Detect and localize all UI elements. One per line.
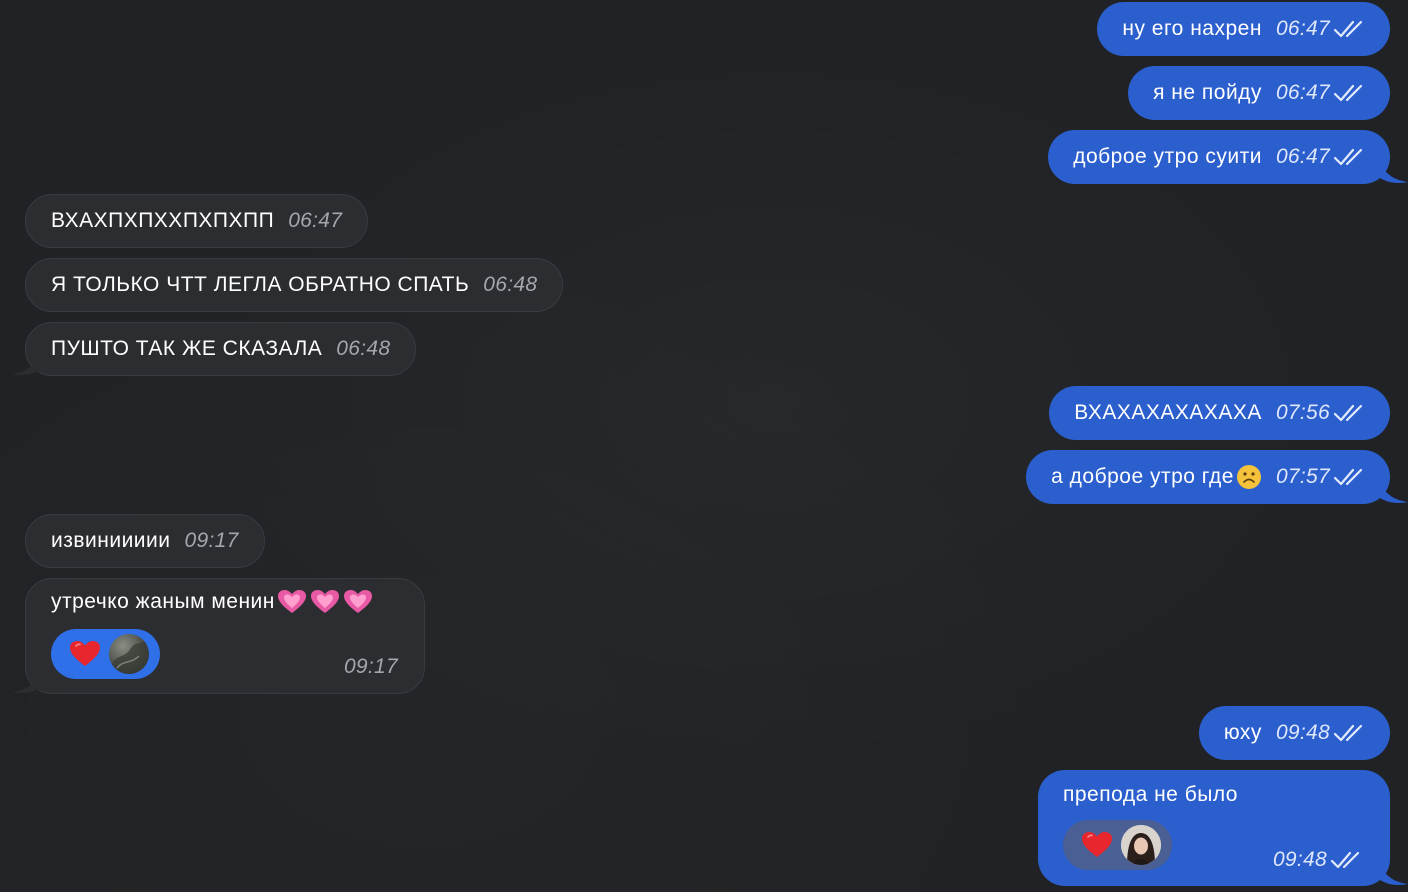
read-double-check-icon	[1333, 148, 1363, 166]
read-double-check-icon	[1333, 404, 1363, 422]
message-text: а доброе утро где	[1051, 465, 1234, 488]
message-bubble-outgoing[interactable]: юху 09:48	[1198, 706, 1390, 760]
message-bubble-outgoing[interactable]: я не пойду 06:47	[1128, 66, 1390, 120]
message-bubble-outgoing[interactable]: препода не было 09:48	[1038, 770, 1390, 886]
message-text: ну его нахрен	[1122, 17, 1262, 40]
message-text: препода не было	[1063, 783, 1238, 806]
message-time: 06:48	[483, 273, 538, 296]
message-text: я не пойду	[1153, 81, 1262, 104]
message-bubble-outgoing[interactable]: ВХАХАХАХАХАХА 07:56	[1049, 386, 1390, 440]
message-bubble-incoming[interactable]: Я ТОЛЬКО ЧТТ ЛЕГЛА ОБРАТНО СПАТЬ 06:48	[25, 258, 564, 312]
read-double-check-icon	[1333, 20, 1363, 38]
message-text: ВХАХАХАХАХАХА	[1074, 401, 1262, 424]
message-text: извиниииии	[51, 529, 171, 552]
message-text: Я ТОЛЬКО ЧТТ ЛЕГЛА ОБРАТНО СПАТЬ	[51, 273, 470, 296]
message-time: 06:47	[288, 209, 343, 232]
read-double-check-icon	[1330, 851, 1360, 869]
pink-heart-emoji	[277, 590, 306, 613]
message-time: 07:57	[1275, 465, 1330, 488]
read-double-check-icon	[1333, 724, 1363, 742]
message-time: 07:56	[1275, 401, 1330, 424]
message-text: ПУШТО ТАК ЖЕ СКАЗАЛА	[51, 337, 323, 360]
read-double-check-icon	[1333, 84, 1363, 102]
bubble-tail	[1380, 162, 1408, 183]
message-time: 06:48	[336, 337, 391, 360]
message-bubble-incoming[interactable]: ПУШТО ТАК ЖЕ СКАЗАЛА 06:48	[25, 322, 417, 376]
message-time: 09:48	[1275, 721, 1330, 744]
frowning-face-emoji	[1236, 465, 1261, 489]
reaction-pill[interactable]	[51, 629, 160, 679]
message-text: ВХАХПХПХХПХПХПП	[51, 209, 275, 232]
reaction-avatar	[1121, 825, 1161, 865]
pink-heart-emoji	[310, 590, 339, 613]
message-time: 06:47	[1275, 145, 1330, 168]
message-time: 06:47	[1275, 81, 1330, 104]
message-text: доброе утро суити	[1073, 145, 1262, 168]
message-bubble-incoming[interactable]: утречко жаным менин 09:17	[25, 578, 425, 694]
message-text: утречко жаным менин	[51, 590, 275, 613]
pink-heart-emoji	[343, 590, 372, 613]
reaction-pill[interactable]	[1063, 820, 1172, 870]
message-bubble-incoming[interactable]: ВХАХПХПХХПХПХПП 06:47	[25, 194, 369, 248]
message-bubble-outgoing[interactable]: доброе утро суити 06:47	[1048, 130, 1390, 184]
message-bubble-outgoing[interactable]: а доброе утро где 07:57	[1026, 450, 1390, 504]
bubble-tail	[12, 672, 40, 693]
message-time: 09:17	[184, 529, 239, 552]
read-double-check-icon	[1333, 468, 1363, 486]
message-bubble-incoming[interactable]: извиниииии 09:17	[25, 514, 265, 568]
bubble-tail	[1380, 482, 1408, 503]
message-time: 06:47	[1275, 17, 1330, 40]
red-heart-emoji	[1082, 832, 1112, 857]
message-time: 09:17	[343, 655, 398, 678]
bubble-tail	[12, 354, 40, 375]
message-list[interactable]: ну его нахрен 06:47 я не пойду 06:47 доб…	[0, 0, 1408, 892]
message-bubble-outgoing[interactable]: ну его нахрен 06:47	[1097, 2, 1390, 56]
bubble-tail	[1380, 864, 1408, 885]
message-time: 09:48	[1272, 848, 1327, 871]
reaction-avatar	[109, 634, 149, 674]
message-text: юху	[1223, 721, 1262, 744]
red-heart-emoji	[70, 641, 100, 666]
